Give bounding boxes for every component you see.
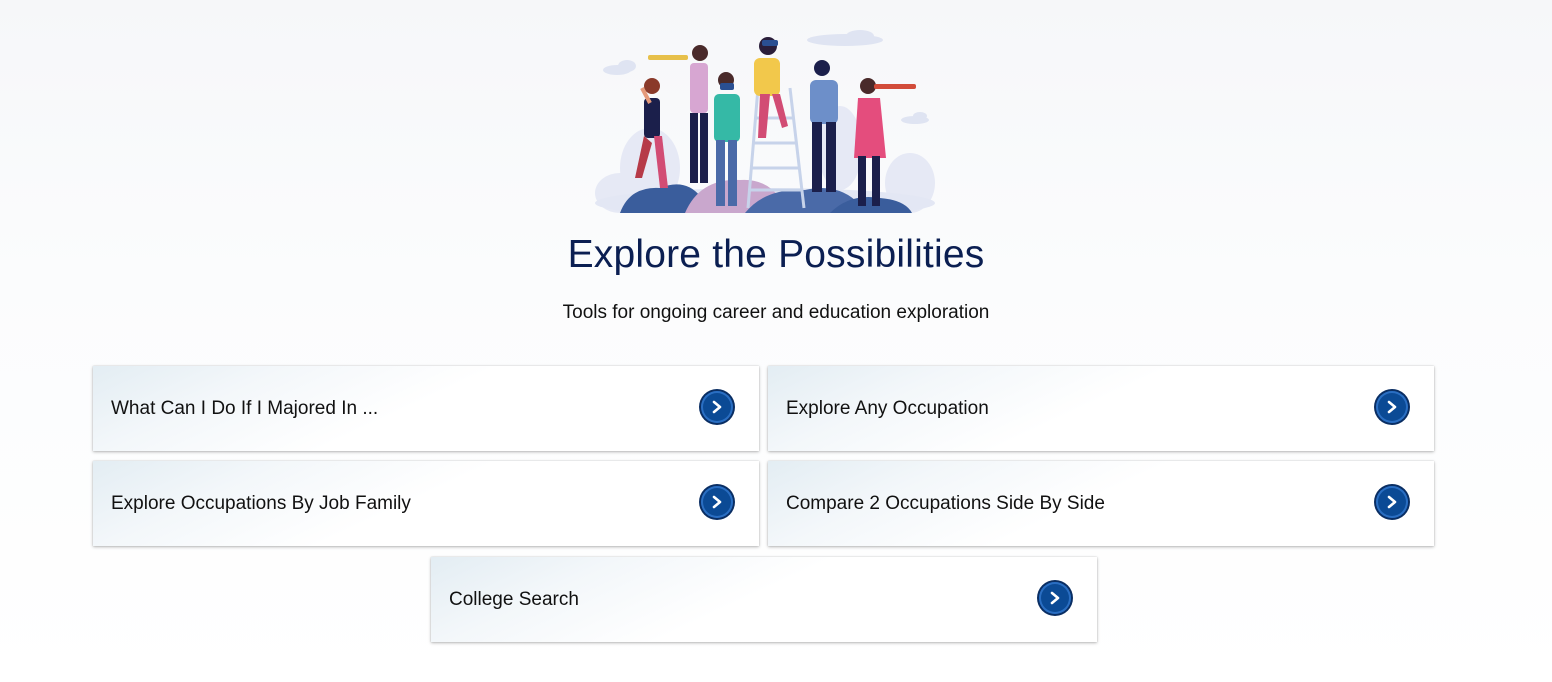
chevron-right-icon[interactable] [701,391,733,423]
card-label: Compare 2 Occupations Side By Side [786,493,1105,514]
chevron-right-icon[interactable] [1039,582,1071,614]
card-explore-occupations-by-job-family[interactable]: Explore Occupations By Job Family [93,461,759,546]
card-college-search[interactable]: College Search [431,557,1097,642]
card-what-can-i-do-if-i-majored-in[interactable]: What Can I Do If I Majored In ... [93,366,759,451]
card-label: College Search [449,589,579,610]
explorers-illustration [595,30,935,213]
card-label: Explore Occupations By Job Family [111,493,411,514]
page-subtitle: Tools for ongoing career and education e… [562,302,990,323]
chevron-right-icon[interactable] [1376,391,1408,423]
chevron-right-icon[interactable] [1376,486,1408,518]
card-label: Explore Any Occupation [786,398,989,419]
card-compare-2-occupations[interactable]: Compare 2 Occupations Side By Side [768,461,1434,546]
card-explore-any-occupation[interactable]: Explore Any Occupation [768,366,1434,451]
card-label: What Can I Do If I Majored In ... [111,398,379,419]
page-title: Explore the Possibilities [567,233,985,276]
chevron-right-icon[interactable] [701,486,733,518]
